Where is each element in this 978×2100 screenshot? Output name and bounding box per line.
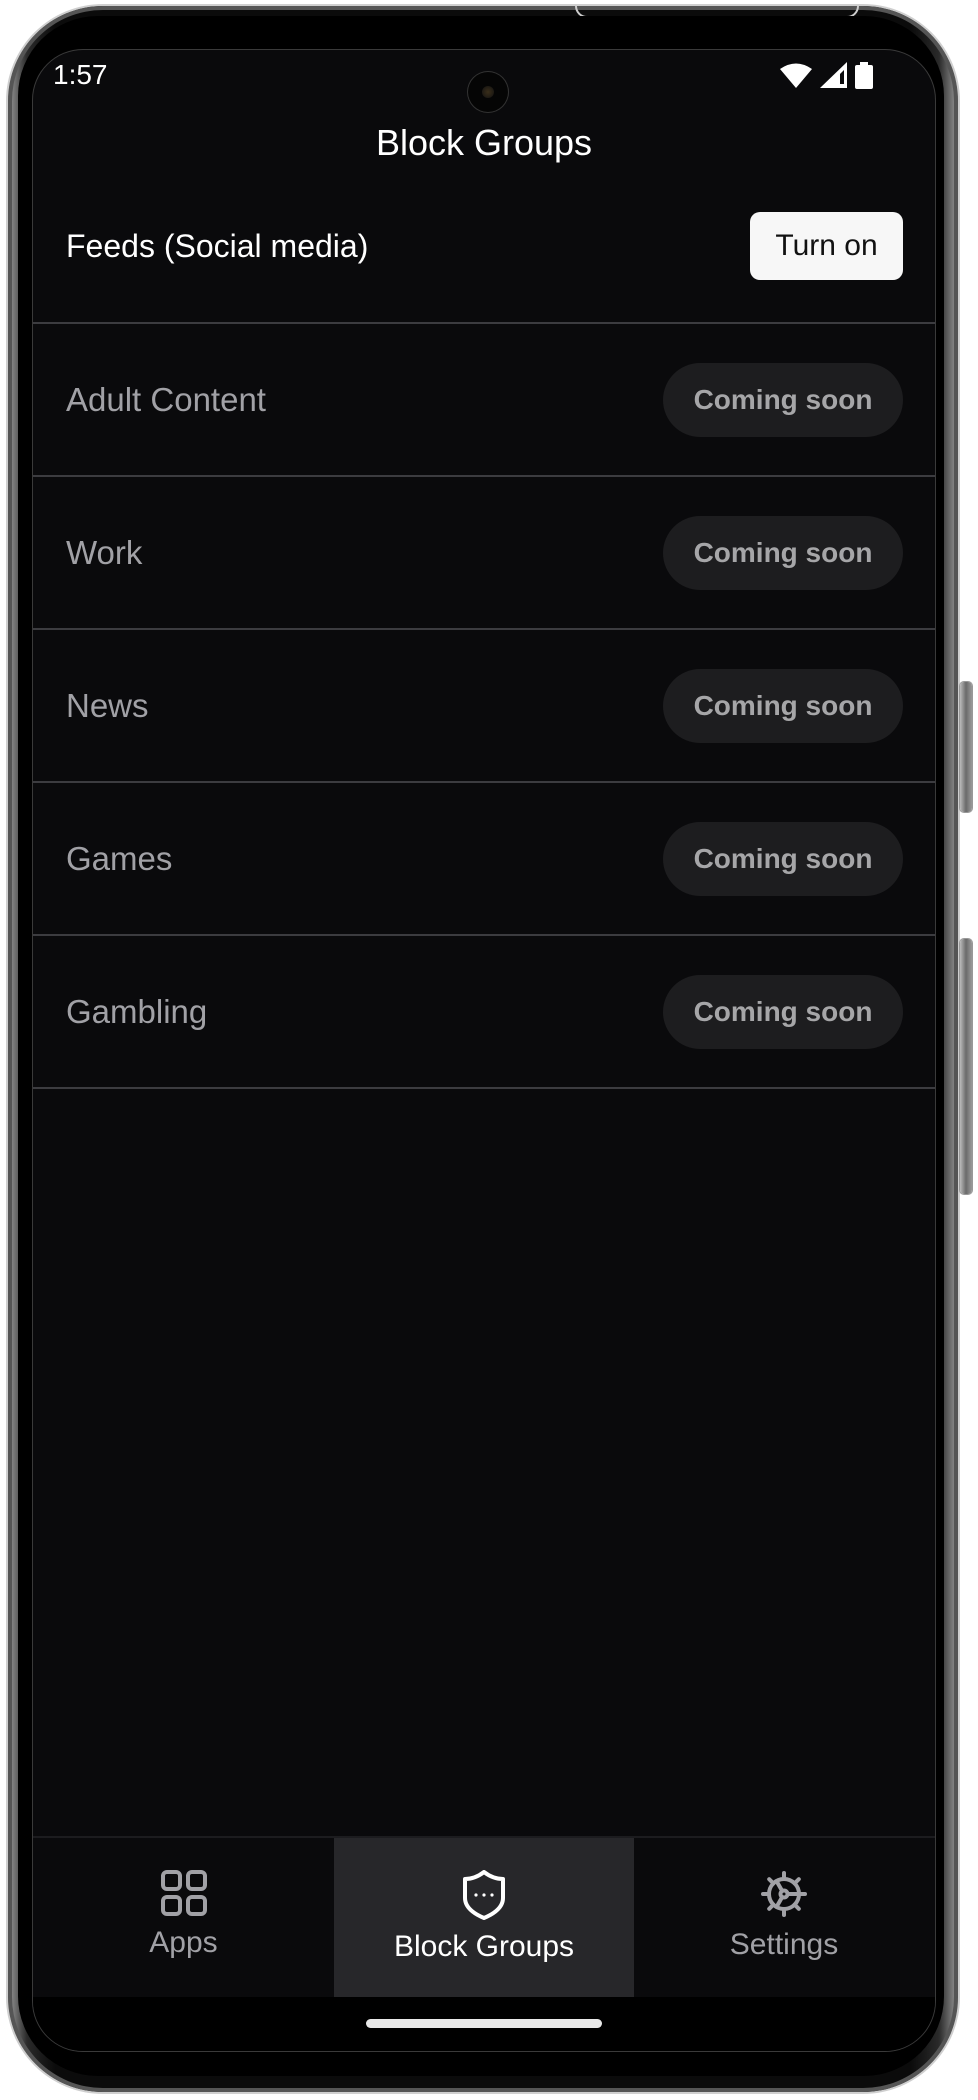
wifi-icon [780,62,812,88]
status-bar: 1:57 [33,50,935,112]
coming-soon-badge: Coming soon [663,362,903,437]
group-name: News [66,686,149,724]
status-icons [780,61,873,89]
page-title: Block Groups [375,122,593,163]
coming-soon-badge: Coming soon [663,821,903,896]
group-row-games: Games Coming soon [33,783,935,936]
group-row-work: Work Coming soon [33,477,935,630]
nav-tab-block-groups[interactable]: Block Groups [334,1838,634,1999]
group-name: Games [66,839,173,877]
group-name: Feeds (Social media) [66,227,369,264]
nav-tab-settings[interactable]: Settings [634,1838,934,1999]
coming-soon-badge: Coming soon [663,668,903,743]
group-row-adult-content: Adult Content Coming soon [33,324,935,477]
group-row-news: News Coming soon [33,630,935,783]
group-row-feeds: Feeds (Social media) Turn on [33,170,935,324]
group-name: Gambling [66,992,208,1030]
group-name: Adult Content [66,380,266,418]
volume-button [960,682,972,812]
shield-icon [463,1870,505,1920]
coming-soon-badge: Coming soon [663,974,903,1049]
battery-icon [855,61,873,89]
bottom-navigation: Apps Block Groups Settings [33,1836,935,1999]
screen: 1:57 Block Groups Feeds (Social media) T… [33,50,935,2051]
nav-label: Block Groups [393,1930,575,1963]
front-camera [468,72,508,112]
gesture-bar-area [33,1997,935,2051]
gear-icon [760,1870,808,1918]
apps-grid-icon [160,1870,207,1916]
nav-tab-apps[interactable]: Apps [33,1838,334,1999]
home-indicator[interactable] [366,2019,602,2028]
nav-label: Settings [729,1928,839,1961]
turn-on-button[interactable]: Turn on [750,212,903,280]
nav-label: Apps [149,1926,218,1959]
status-time: 1:57 [53,59,108,90]
cellular-signal-icon [820,62,847,88]
group-name: Work [66,533,143,571]
power-button [960,939,972,1194]
group-row-gambling: Gambling Coming soon [33,936,935,1089]
coming-soon-badge: Coming soon [663,515,903,590]
